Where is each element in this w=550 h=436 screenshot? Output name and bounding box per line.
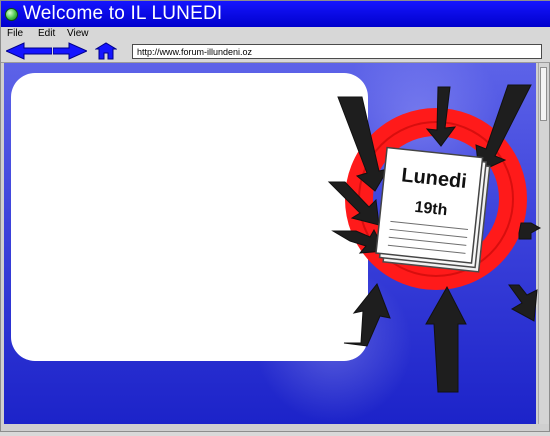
menu-bar: File Edit View [1,27,550,40]
toolbar: http://www.forum-illundeni.oz [1,40,550,63]
arrow-right-icon [52,42,89,60]
illustration-svg: Lunedi 19th [327,84,542,393]
arrow-left-icon [4,42,53,60]
window-title: Welcome to IL LUNEDI [23,3,223,24]
address-bar[interactable]: http://www.forum-illundeni.oz [132,44,542,59]
lunedi-illustration: Lunedi 19th [326,81,546,431]
arrow-icon [343,283,391,347]
content-panel [11,73,368,361]
arrow-icon [518,222,542,240]
browser-window: Welcome to IL LUNEDI File Edit View http… [0,0,550,432]
title-bar: Welcome to IL LUNEDI [1,1,550,27]
arrow-icon [508,284,538,322]
arrow-icon [425,285,467,393]
window-status-icon [5,8,18,21]
menu-file[interactable]: File [5,27,25,40]
back-button[interactable] [4,42,53,65]
menu-edit[interactable]: Edit [36,27,57,40]
menu-view[interactable]: View [65,27,91,40]
home-icon [94,42,118,60]
forward-button[interactable] [52,42,89,65]
calendar-date: 19th [414,199,449,219]
home-button[interactable] [94,42,118,65]
address-text: http://www.forum-illundeni.oz [137,47,253,57]
